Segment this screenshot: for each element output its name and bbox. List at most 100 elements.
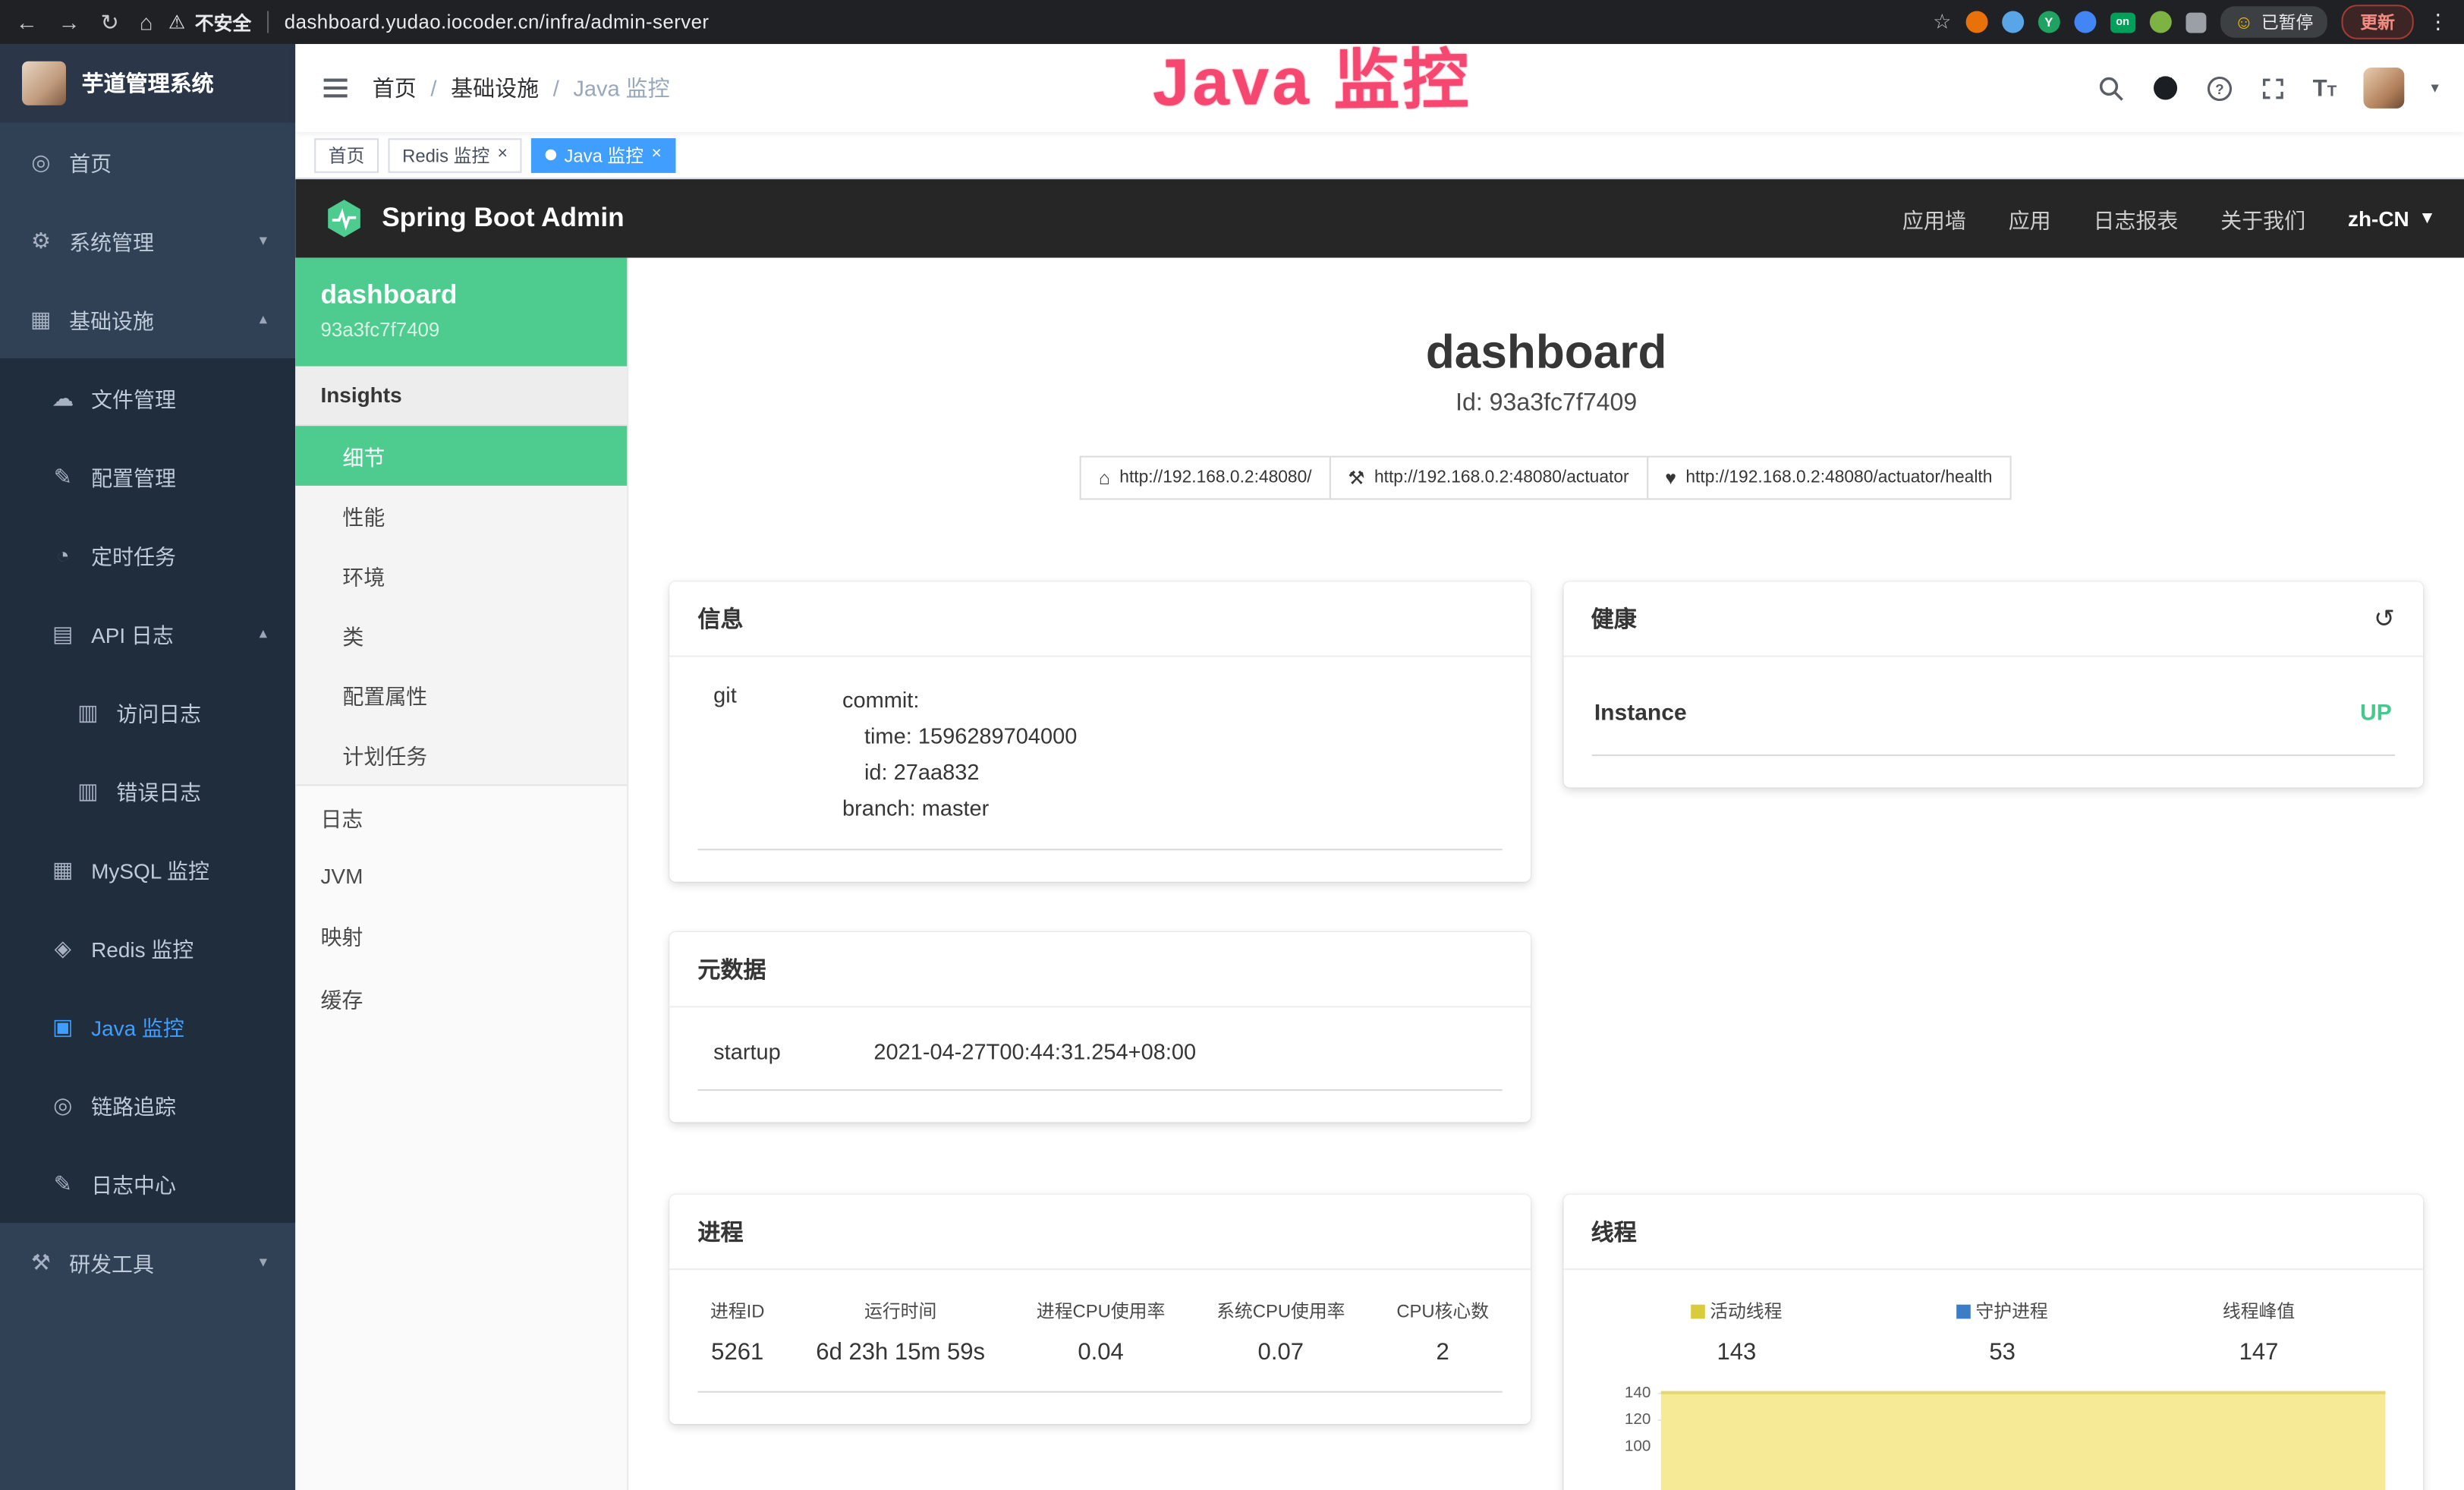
close-icon[interactable]: ×: [651, 146, 661, 164]
sidebar-item-system[interactable]: ⚙ 系统管理 ▾: [0, 201, 295, 280]
active-dot: [546, 150, 556, 160]
sidebar-item-devtools[interactable]: ⚒ 研发工具 ▾: [0, 1223, 295, 1302]
cloud-icon: ☁: [50, 384, 75, 411]
health-url-link[interactable]: ♥ http://192.168.0.2:48080/actuator/heal…: [1646, 456, 2011, 500]
sba-nav-about[interactable]: 关于我们: [2220, 203, 2305, 234]
sba-nav-wallboard[interactable]: 应用墙: [1902, 203, 1966, 234]
health-row[interactable]: Instance UP: [1591, 676, 2395, 756]
chevron-down-icon: ▾: [260, 1253, 267, 1271]
sba-nav-journal[interactable]: 日志报表: [2094, 203, 2179, 234]
y-tick: 100: [1603, 1438, 1651, 1456]
forward-icon[interactable]: →: [58, 8, 80, 35]
threads-legend: 活动线程 143 守护进程 53 线程峰值 14: [1591, 1289, 2395, 1369]
threads-chart: 140 120 100: [1591, 1384, 2395, 1490]
address-bar[interactable]: dashboard.yudao.iocoder.cn/infra/admin-s…: [285, 11, 710, 33]
breadcrumb-home[interactable]: 首页: [373, 72, 417, 103]
extension-icon[interactable]: [2002, 11, 2024, 33]
github-icon[interactable]: [2151, 74, 2179, 102]
sba-item-metrics[interactable]: 性能: [295, 486, 627, 546]
process-col-uptime: 运行时间 6d 23h 15m 59s: [816, 1298, 985, 1366]
sba-item-logs[interactable]: 日志: [295, 786, 627, 849]
home-icon: ⌂: [1099, 467, 1110, 489]
sidebar-item-error-log[interactable]: ▥ 错误日志: [0, 751, 295, 830]
extension-icon[interactable]: [1965, 11, 1987, 33]
health-card: 健康 ↺ Instance UP: [1562, 581, 2423, 787]
breadcrumb-current: Java 监控: [573, 72, 669, 103]
sidebar-item-config[interactable]: ✎ 配置管理: [0, 437, 295, 516]
actuator-url-link[interactable]: ⚒ http://192.168.0.2:48080/actuator: [1329, 456, 1647, 500]
chevron-down-icon[interactable]: ▾: [2431, 80, 2438, 97]
sidebar-item-job[interactable]: ◔ 定时任务: [0, 515, 295, 594]
sidebar-item-home[interactable]: ◎ 首页: [0, 123, 295, 202]
tab-java[interactable]: Java 监控 ×: [531, 137, 675, 172]
threads-card: 线程 活动线程 143 守护进程 53: [1562, 1195, 2423, 1490]
fullscreen-icon[interactable]: [2259, 74, 2286, 101]
paused-badge[interactable]: ☺ 已暂停: [2220, 6, 2327, 37]
divider: [267, 11, 269, 33]
home-icon[interactable]: ⌂: [140, 8, 153, 35]
sidebar-item-mysql[interactable]: ▦ MySQL 监控: [0, 830, 295, 909]
locale-select[interactable]: zh-CN ▼: [2348, 206, 2436, 230]
instance-header[interactable]: dashboard 93a3fc7f7409: [295, 258, 627, 367]
back-icon[interactable]: ←: [16, 8, 38, 35]
search-icon[interactable]: [2097, 74, 2124, 101]
user-avatar[interactable]: [2363, 68, 2404, 109]
heart-icon: ♥: [1665, 467, 1676, 489]
extension-on-icon[interactable]: on: [2110, 12, 2135, 33]
sba-item-configprops[interactable]: 配置属性: [295, 665, 627, 725]
update-button[interactable]: 更新: [2341, 5, 2413, 39]
edit-icon: ✎: [50, 463, 75, 490]
health-instance-label: Instance: [1594, 701, 1687, 726]
sba-nav-applications[interactable]: 应用: [2009, 203, 2051, 234]
hamburger-icon[interactable]: [320, 72, 350, 103]
trace-icon: ◎: [50, 1092, 75, 1118]
sidebar-item-access-log[interactable]: ▥ 访问日志: [0, 673, 295, 751]
bookmark-star-icon[interactable]: ☆: [1933, 9, 1951, 34]
sba-brand[interactable]: Spring Boot Admin: [324, 198, 625, 239]
history-icon[interactable]: ↺: [2374, 603, 2395, 634]
process-col-sys-cpu: 系统CPU使用率 0.07: [1216, 1298, 1345, 1366]
sidebar-item-infra[interactable]: ▦ 基础设施 ▴: [0, 280, 295, 359]
info-card-title: 信息: [697, 602, 743, 635]
extension-icon[interactable]: [2149, 11, 2171, 33]
redis-icon: ◈: [50, 934, 75, 961]
instance-id: 93a3fc7f7409: [320, 319, 602, 341]
sba-item-jvm[interactable]: JVM: [295, 849, 627, 903]
extensions-puzzle-icon[interactable]: [2186, 12, 2206, 33]
sba-item-details[interactable]: 细节: [295, 426, 627, 486]
service-url-link[interactable]: ⌂ http://192.168.0.2:48080/: [1080, 456, 1330, 500]
extension-icon[interactable]: [2074, 11, 2096, 33]
sba-item-scheduled-tasks[interactable]: 计划任务: [295, 725, 627, 785]
sba-header: Spring Boot Admin 应用墙 应用 日志报表 关于我们 zh-CN…: [295, 179, 2464, 258]
main-sidebar: 芋道管理系统 ◎ 首页 ⚙ 系统管理 ▾ ▦ 基础设施 ▴ ☁ 文件管理: [0, 44, 295, 1490]
doc-icon: ▥: [75, 777, 100, 804]
sba-item-caches[interactable]: 缓存: [295, 967, 627, 1030]
security-label: 不安全: [195, 8, 252, 35]
tab-redis[interactable]: Redis 监控 ×: [388, 137, 521, 172]
reload-icon[interactable]: ↻: [101, 8, 119, 35]
extension-icon[interactable]: Y: [2038, 11, 2060, 33]
tab-home[interactable]: 首页: [314, 137, 379, 172]
font-size-icon[interactable]: TT: [2313, 74, 2337, 101]
security-indicator[interactable]: ⚠ 不安全: [168, 8, 251, 35]
sidebar-item-tracing[interactable]: ◎ 链路追踪: [0, 1066, 295, 1145]
sba-item-classes[interactable]: 类: [295, 605, 627, 665]
sidebar-item-java-monitor[interactable]: ▣ Java 监控: [0, 987, 295, 1066]
sba-item-mappings[interactable]: 映射: [295, 904, 627, 967]
chevron-down-icon: ▾: [260, 232, 267, 249]
sba-item-environment[interactable]: 环境: [295, 546, 627, 606]
close-icon[interactable]: ×: [498, 146, 508, 164]
legend-swatch-live: [1691, 1304, 1705, 1318]
browser-menu-icon[interactable]: ⋮: [2428, 9, 2448, 34]
breadcrumb-infra[interactable]: 基础设施: [451, 72, 539, 103]
sidebar-item-file[interactable]: ☁ 文件管理: [0, 358, 295, 437]
process-col-cores: CPU核心数 2: [1396, 1298, 1489, 1366]
instance-links: ⌂ http://192.168.0.2:48080/ ⚒ http://192…: [628, 456, 2464, 500]
help-icon[interactable]: ?: [2206, 74, 2233, 101]
app-logo[interactable]: 芋道管理系统: [0, 44, 295, 123]
sidebar-item-redis[interactable]: ◈ Redis 监控: [0, 909, 295, 988]
sidebar-item-api-log[interactable]: ▤ API 日志 ▴: [0, 594, 295, 673]
sidebar-item-log-center[interactable]: ✎ 日志中心: [0, 1145, 295, 1224]
sba-sidebar: dashboard 93a3fc7f7409 Insights 细节 性能 环境…: [295, 258, 628, 1490]
info-row-value: commit: time: 1596289704000 id: 27aa832 …: [842, 682, 1077, 827]
